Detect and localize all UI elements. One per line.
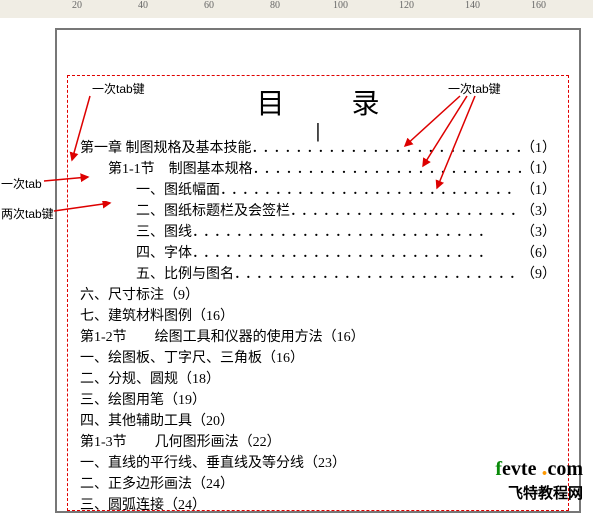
toc-entry-text: 第1-2节 绘图工具和仪器的使用方法（16） (80, 327, 365, 348)
toc-leader-dots: ．．．．．．．．．．．．．．．．．．．．．．．．．．． (290, 201, 521, 222)
toc-leader-dots: ．．．．．．．．．．．．．．．．．．．．．．．．．．． (252, 138, 522, 159)
toc-page-number: （3） (521, 222, 556, 243)
toc-entry: 三、绘图用笔（19） (80, 390, 556, 411)
toc-entry-text: 四、其他辅助工具（20） (80, 411, 234, 432)
toc-entry-text: 第1-1节 制图基本规格 (108, 159, 253, 180)
toc-entry: 一、图纸幅面．．．．．．．．．．．．．．．．．．．．．．．．．．．（1） (80, 180, 556, 201)
annotation-top-left: 一次tab键 (92, 80, 145, 97)
toc-entry: 三、图线．．．．．．．．．．．．．．．．．．．．．．．．．．．（3） (80, 222, 556, 243)
margin-guide: 目 录 | 第一章 制图规格及基本技能．．．．．．．．．．．．．．．．．．．．．… (67, 75, 569, 511)
toc-entry-text: 七、建筑材料图例（16） (80, 306, 234, 327)
toc-entry-text: 二、图纸标题栏及会签栏 (136, 201, 290, 222)
toc-entry: 一、直线的平行线、垂直线及等分线（23） (80, 453, 556, 474)
toc-entry: 第1-1节 制图基本规格．．．．．．．．．．．．．．．．．．．．．．．．．．．（… (80, 159, 556, 180)
toc-page-number: （9） (521, 264, 556, 285)
toc-entry: 二、分规、圆规（18） (80, 369, 556, 390)
toc-entry-text: 三、图线 (136, 222, 192, 243)
toc-leader-dots: ．．．．．．．．．．．．．．．．．．．．．．．．．．． (192, 222, 521, 243)
toc-entry: 五、比例与图名．．．．．．．．．．．．．．．．．．．．．．．．．．．（9） (80, 264, 556, 285)
document-page[interactable]: 目 录 | 第一章 制图规格及基本技能．．．．．．．．．．．．．．．．．．．．．… (55, 28, 581, 513)
annotation-left-2: 两次tab键 (1, 205, 54, 222)
toc-page-number: （1） (521, 159, 556, 180)
toc-entry-text: 四、字体 (136, 243, 192, 264)
toc-entry-text: 一、直线的平行线、垂直线及等分线（23） (80, 453, 346, 474)
page-area: 一次tab键 一次tab键 一次tab 两次tab键 目 录 | 第一章 制图规… (0, 18, 593, 513)
toc-leader-dots: ．．．．．．．．．．．．．．．．．．．．．．．．．．． (192, 243, 521, 264)
toc-page-number: （6） (521, 243, 556, 264)
toc-entry-text: 六、尺寸标注（9） (80, 285, 199, 306)
toc-entry: 六、尺寸标注（9） (80, 285, 556, 306)
toc-entry: 一、绘图板、丁字尺、三角板（16） (80, 348, 556, 369)
toc-list: 第一章 制图规格及基本技能．．．．．．．．．．．．．．．．．．．．．．．．．．．… (80, 138, 556, 516)
toc-entry: 第一章 制图规格及基本技能．．．．．．．．．．．．．．．．．．．．．．．．．．．… (80, 138, 556, 159)
toc-entry: 四、字体．．．．．．．．．．．．．．．．．．．．．．．．．．．（6） (80, 243, 556, 264)
toc-entry: 二、正多边形画法（24） (80, 474, 556, 495)
toc-leader-dots: ．．．．．．．．．．．．．．．．．．．．．．．．．．． (234, 264, 521, 285)
toc-page-number: （1） (521, 138, 556, 159)
toc-entry-text: 一、图纸幅面 (136, 180, 220, 201)
toc-entry-text: 二、分规、圆规（18） (80, 369, 220, 390)
toc-entry: 七、建筑材料图例（16） (80, 306, 556, 327)
toc-entry: 四、其他辅助工具（20） (80, 411, 556, 432)
watermark: fevte .com 飞特教程网 (495, 455, 583, 503)
text-cursor: | (80, 124, 556, 138)
toc-entry: 第1-2节 绘图工具和仪器的使用方法（16） (80, 327, 556, 348)
annotation-top-right: 一次tab键 (448, 80, 501, 97)
toc-entry: 二、图纸标题栏及会签栏．．．．．．．．．．．．．．．．．．．．．．．．．．．（3… (80, 201, 556, 222)
toc-entry-text: 三、绘图用笔（19） (80, 390, 206, 411)
toc-entry-text: 第1-3节 几何图形画法（22） (80, 432, 281, 453)
toc-entry: 第1-3节 几何图形画法（22） (80, 432, 556, 453)
toc-leader-dots: ．．．．．．．．．．．．．．．．．．．．．．．．．．． (220, 180, 521, 201)
toc-page-number: （1） (521, 180, 556, 201)
toc-page-number: （3） (521, 201, 556, 222)
toc-entry-text: 第一章 制图规格及基本技能 (80, 138, 252, 159)
toc-entry-text: 二、正多边形画法（24） (80, 474, 234, 495)
horizontal-ruler: 20 40 60 80 100 120 140 160 (0, 0, 593, 19)
toc-leader-dots: ．．．．．．．．．．．．．．．．．．．．．．．．．．． (253, 159, 521, 180)
annotation-left-1: 一次tab (1, 175, 42, 192)
toc-entry-text: 一、绘图板、丁字尺、三角板（16） (80, 348, 304, 369)
toc-entry-text: 五、比例与图名 (136, 264, 234, 285)
